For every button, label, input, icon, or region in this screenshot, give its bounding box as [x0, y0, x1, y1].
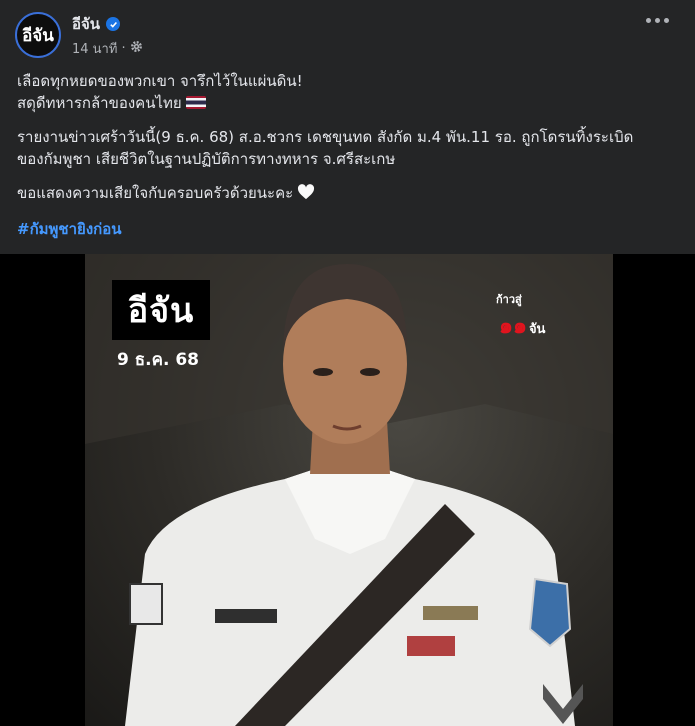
text-line-2: สดุดีทหารกล้าของคนไทย	[17, 94, 182, 112]
avatar-text: อีจัน	[22, 25, 54, 46]
post-image[interactable]: อีจัน 9 ธ.ค. 68 ก้าวสู่ ๑๑ จัน	[0, 254, 695, 726]
post-header: อีจัน อีจัน 14 นาที ·	[0, 0, 695, 64]
photo-date-label: 9 ธ.ค. 68	[117, 350, 199, 370]
post-text: เลือดทุกหยดของพวกเขา จารึกไว้ในแผ่นดิน! …	[17, 70, 677, 240]
post-meta: 14 นาที ·	[72, 38, 143, 59]
white-heart-emoji	[297, 184, 315, 206]
text-line-4: ของกัมพูชา เสียชีวิตในฐานปฏิบัติการทางทห…	[17, 150, 396, 168]
brand-anniversary-logo: ๑๑ จัน	[499, 308, 545, 343]
more-options-icon[interactable]	[646, 18, 669, 23]
brand-suffix: จัน	[528, 322, 546, 337]
page-name-row: อีจัน	[72, 12, 121, 36]
page-name-link[interactable]: อีจัน	[72, 12, 100, 36]
watermark-logo: อีจัน	[112, 280, 210, 340]
text-line-1: เลือดทุกหยดของพวกเขา จารึกไว้ในแผ่นดิน!	[17, 72, 303, 90]
page-avatar[interactable]: อีจัน	[15, 12, 61, 58]
text-line-3: รายงานข่าวเศร้าวันนี้(9 ธ.ค. 68) ส.อ.ชวก…	[17, 128, 634, 146]
text-line-2-row: สดุดีทหารกล้าของคนไทย	[17, 92, 677, 114]
brand-number: ๑๑	[499, 314, 527, 339]
post-timestamp[interactable]: 14 นาที	[72, 38, 117, 59]
text-line-5: ขอแสดงความเสียใจกับครอบครัวด้วยนะคะ	[17, 184, 294, 202]
privacy-gear-icon[interactable]	[130, 40, 143, 57]
text-line-5-row: ขอแสดงความเสียใจกับครอบครัวด้วยนะคะ	[17, 182, 677, 206]
watermark-logo-text: อีจัน	[127, 291, 195, 331]
hashtag-link[interactable]: #กัมพูชายิงก่อน	[17, 220, 122, 238]
verified-badge-icon	[106, 17, 121, 31]
thai-flag-emoji	[185, 96, 206, 109]
brand-tagline: ก้าวสู่	[496, 293, 522, 306]
memorial-photo: อีจัน 9 ธ.ค. 68 ก้าวสู่ ๑๑ จัน	[85, 254, 613, 726]
meta-separator: ·	[121, 41, 126, 56]
